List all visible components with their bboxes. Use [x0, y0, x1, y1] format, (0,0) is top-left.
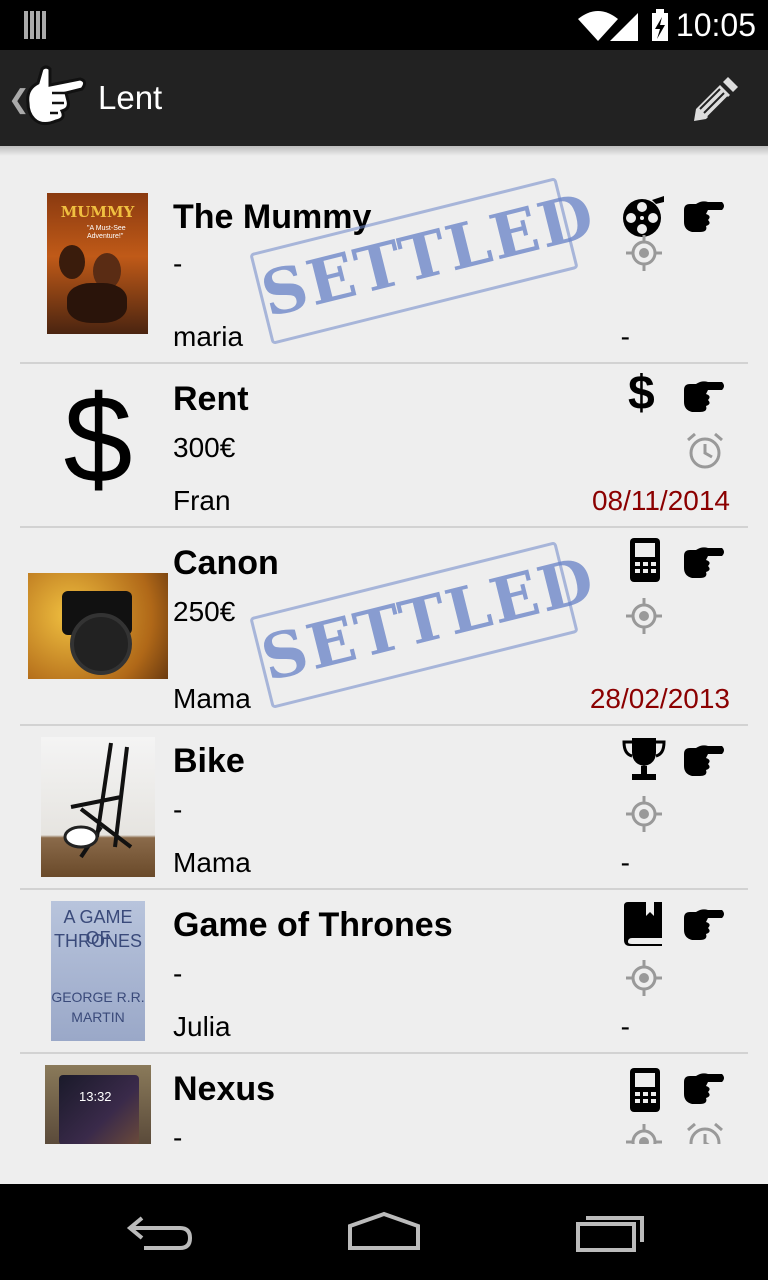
pointing-hand-icon[interactable]: [682, 544, 726, 580]
phone-device-icon: [630, 538, 660, 582]
location-target-icon: [626, 796, 662, 832]
item-person: Mama: [173, 683, 251, 714]
item-person: Mama: [173, 847, 251, 878]
item-date: 28/02/2013: [589, 683, 730, 714]
system-navigation-bar: [0, 1184, 768, 1280]
pointing-hand-icon[interactable]: [682, 1070, 726, 1106]
nexus-tablet-thumbnail: 13:32: [45, 1065, 151, 1145]
pointing-hand-icon[interactable]: [682, 198, 726, 234]
item-name: Bike: [173, 742, 245, 780]
item-amount: -: [173, 958, 183, 989]
list-item-rent[interactable]: $ Rent 300€ Fran 08/11/2014 $: [20, 364, 748, 528]
mummy-poster-thumbnail: MUMMY "A Must-See Adventure!": [47, 193, 148, 334]
phone-device-icon: [630, 1068, 660, 1112]
item-amount: 300€: [173, 432, 236, 463]
canon-camera-thumbnail: [28, 573, 168, 679]
bike-trainer-thumbnail: [41, 737, 155, 877]
item-date: -: [620, 1011, 630, 1042]
alarm-clock-icon: [687, 432, 723, 469]
status-bar: 10:05: [0, 0, 768, 50]
pointing-hand-icon[interactable]: [682, 906, 726, 942]
action-bar: ❮ Lent: [0, 50, 768, 146]
item-person: Julia: [173, 1011, 231, 1042]
list-item-bike[interactable]: Bike - Mama -: [20, 726, 748, 890]
home-nav-icon[interactable]: [346, 1210, 422, 1254]
signal-icons: [578, 9, 668, 41]
pointing-hand-icon[interactable]: [682, 742, 726, 778]
back-nav-icon[interactable]: [124, 1210, 196, 1254]
item-name: Canon: [173, 544, 279, 582]
film-reel-icon: [623, 196, 664, 237]
item-date: 08/11/2014: [591, 485, 730, 516]
item-amount: -: [173, 248, 183, 279]
dollar-thumbnail: $: [63, 376, 133, 504]
list-item-game-of-thrones[interactable]: A GAME OF THRONES GEORGE R.R. MARTIN Gam…: [20, 890, 748, 1054]
pointing-hand-icon[interactable]: [682, 378, 726, 414]
game-of-thrones-book-thumbnail: A GAME OF THRONES GEORGE R.R. MARTIN: [51, 901, 145, 1041]
status-clock: 10:05: [675, 7, 756, 43]
item-person: maria: [173, 321, 244, 352]
book-icon: [624, 902, 662, 946]
location-target-icon: [626, 598, 662, 634]
item-name: The Mummy: [173, 198, 372, 236]
edit-pencil-icon[interactable]: [690, 75, 738, 123]
item-name: Nexus: [173, 1070, 276, 1108]
location-target-icon: [626, 960, 662, 996]
notification-icon: [24, 11, 46, 39]
list-item-the-mummy[interactable]: MUMMY "A Must-See Adventure!" The Mummy …: [20, 162, 748, 364]
settled-stamp: SETTLED: [249, 541, 602, 709]
item-amount: 250€: [173, 596, 236, 627]
lent-items-list[interactable]: MUMMY "A Must-See Adventure!" The Mummy …: [0, 146, 768, 1184]
dollar-icon: $: [628, 367, 655, 420]
list-item-canon[interactable]: Canon 250€ Mama 28/02/2013 SETTLED: [20, 528, 748, 726]
app-logo-hand-icon[interactable]: [22, 63, 90, 131]
wifi-icon: [578, 11, 618, 41]
item-amount: -: [173, 794, 183, 825]
recent-apps-nav-icon[interactable]: [574, 1210, 646, 1254]
item-name: Game of Thrones: [173, 906, 453, 944]
item-date: -: [620, 321, 630, 352]
page-title: Lent: [98, 79, 163, 116]
trophy-icon: [622, 738, 666, 780]
location-target-icon: [626, 235, 662, 271]
item-name: Rent: [173, 380, 249, 418]
item-date: -: [620, 847, 630, 878]
item-person: Fran: [173, 485, 231, 516]
